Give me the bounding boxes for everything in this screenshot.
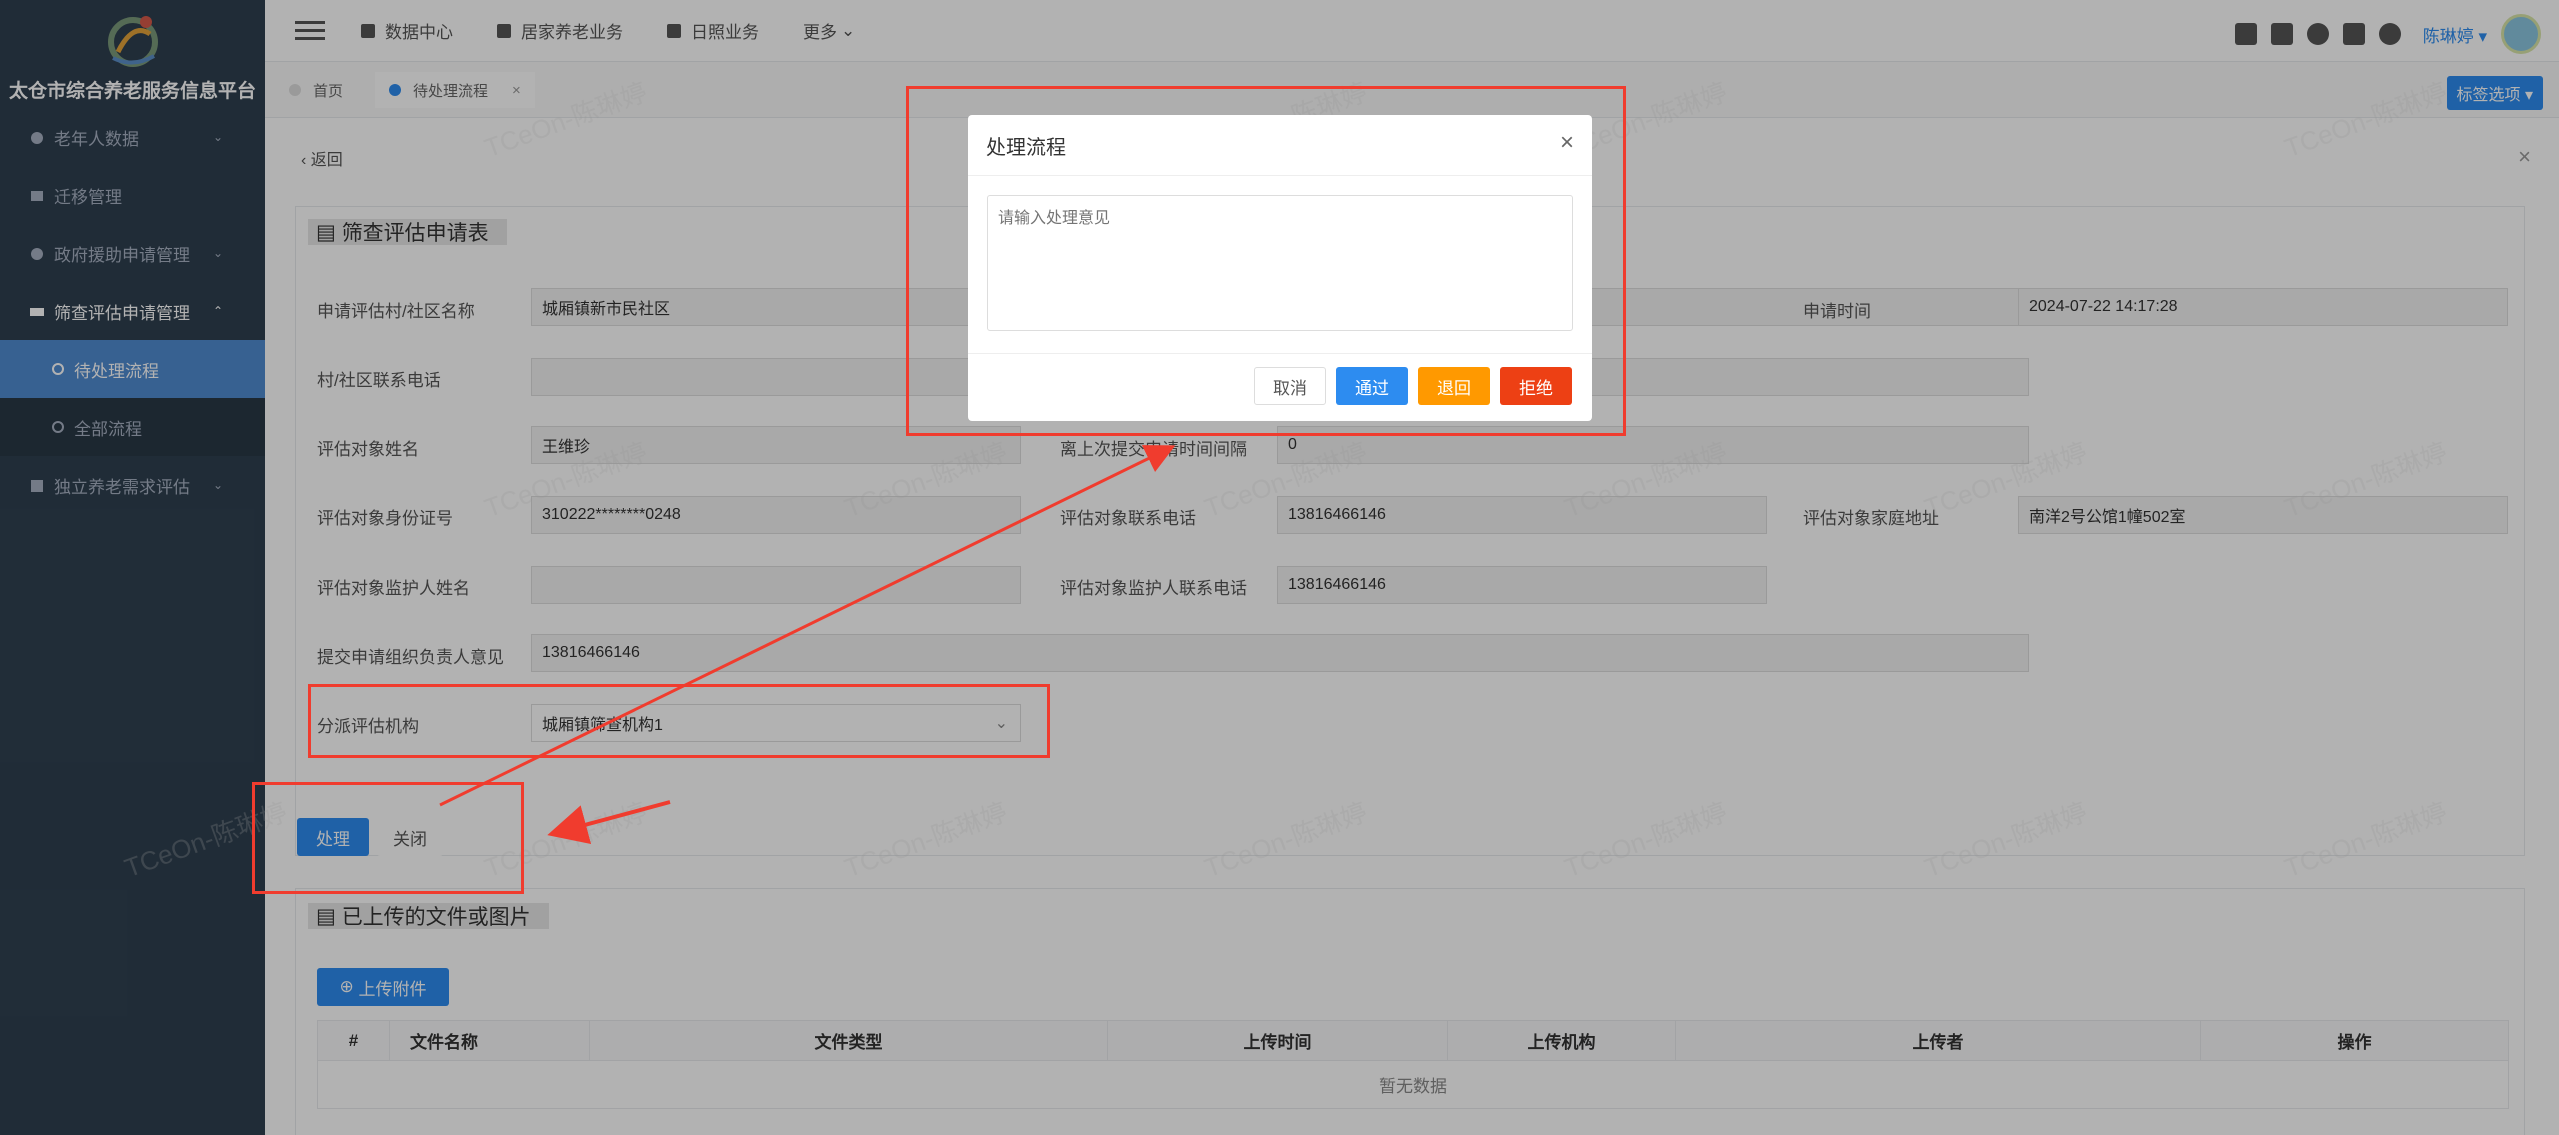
- annotation-arrows: [439, 445, 1176, 844]
